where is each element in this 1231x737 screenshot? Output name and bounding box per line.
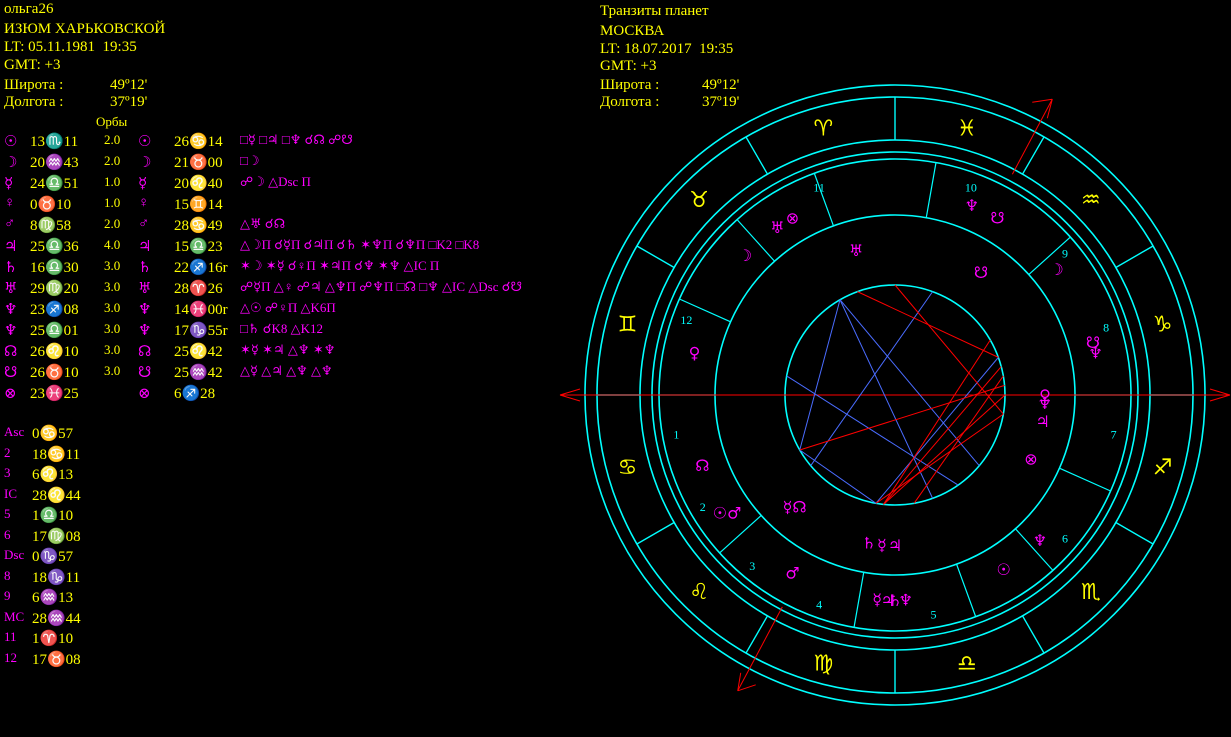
transit-planet-glyph: ♆ (1038, 394, 1052, 413)
house-number: 9 (1062, 246, 1068, 260)
transit-planet-glyph: ☿ (877, 535, 887, 554)
transit-planet-glyph: ♃ (1036, 412, 1050, 431)
zodiac-sign-glyph: ♊ (618, 312, 638, 337)
house-number: 3 (749, 559, 755, 573)
aspect-line-blue (839, 299, 934, 499)
zodiac-sign-glyph: ♈ (813, 116, 833, 141)
house-cusp-line (853, 572, 865, 628)
natal-planet-glyph: ♆ (1033, 531, 1047, 550)
natal-planet-glyph: ♅ (770, 218, 784, 237)
natal-planet-glyph: ⊗ (786, 208, 799, 227)
transit-planet-glyph: ☋ (974, 263, 988, 282)
house-number: 6 (1062, 532, 1068, 546)
zodiac-sign-glyph: ♌ (689, 580, 709, 605)
sign-divider (745, 615, 769, 654)
house-number: 8 (1103, 320, 1109, 334)
natal-planet-glyph: ♆ (965, 196, 979, 215)
natal-planet-glyph: ☉ (996, 560, 1010, 579)
transit-planet-glyph: ♄ (862, 534, 876, 553)
zodiac-sign-glyph: ♐ (1153, 456, 1173, 481)
ic-arrow (737, 672, 756, 692)
sign-divider (1021, 136, 1045, 175)
house-number: 10 (965, 180, 977, 194)
sign-divider (1115, 245, 1154, 269)
zodiac-sign-glyph: ♋ (618, 456, 638, 481)
zodiac-sign-glyph: ♍ (813, 652, 833, 677)
transit-planet-glyph: ⊗ (1024, 449, 1037, 468)
natal-planet-glyph: ☽ (1049, 260, 1063, 279)
natal-planet-glyph: ♆ (1088, 343, 1102, 362)
house-number: 5 (931, 608, 937, 622)
natal-planet-glyph: ☉♂ (713, 504, 742, 523)
transit-planet-glyph: ♃ (888, 536, 902, 555)
mc-arrow (1032, 98, 1053, 119)
house-number: 4 (816, 598, 822, 612)
house-cusp-line (955, 563, 977, 617)
natal-planet-glyph: ♆ (899, 591, 913, 610)
sign-divider (636, 245, 675, 269)
zodiac-sign-glyph: ♉ (689, 188, 709, 213)
chart-wheel: ♈ ♓♒♑♐♏♎♍♌♋♊♉123456789101112♅⊗☽♀☊☉♂☿♃♄♆♂ ☉… (559, 84, 1231, 706)
sign-divider (1115, 521, 1154, 545)
zodiac-sign-glyph: ♏ (1081, 580, 1101, 605)
sign-divider (1021, 615, 1045, 654)
house-number: 7 (1111, 428, 1117, 442)
zodiac-sign-glyph: ♒ (1081, 188, 1101, 213)
natal-planet-glyph: ♀ (689, 343, 701, 362)
aspect-line-blue (799, 449, 877, 504)
house-number: 2 (700, 500, 706, 514)
house-cusp-line (1059, 467, 1111, 492)
zodiac-sign-glyph: ♎ (957, 652, 977, 677)
natal-planet-glyph: ☽ (738, 246, 752, 265)
house-number: 11 (813, 180, 825, 194)
natal-planet-glyph: ☊ (695, 456, 709, 475)
house-number: 12 (680, 313, 692, 327)
house-cusp-line (925, 162, 937, 218)
sign-divider (636, 521, 675, 545)
zodiac-sign-glyph: ♓ (957, 116, 977, 141)
natal-planet-glyph: ☋ (990, 208, 1004, 227)
aspect-line-blue (799, 299, 841, 451)
natal-planet-glyph: ♂ (785, 564, 799, 583)
sign-divider (745, 136, 769, 175)
ic-axis (737, 606, 783, 692)
transit-planet-glyph: ☿☊ (783, 497, 807, 516)
aspect-line-red (883, 366, 1002, 505)
house-number: 1 (673, 428, 679, 442)
aspect-line-red (857, 291, 999, 358)
transit-planet-glyph: ♅ (849, 241, 863, 260)
zodiac-sign-glyph: ♑ (1153, 312, 1173, 337)
